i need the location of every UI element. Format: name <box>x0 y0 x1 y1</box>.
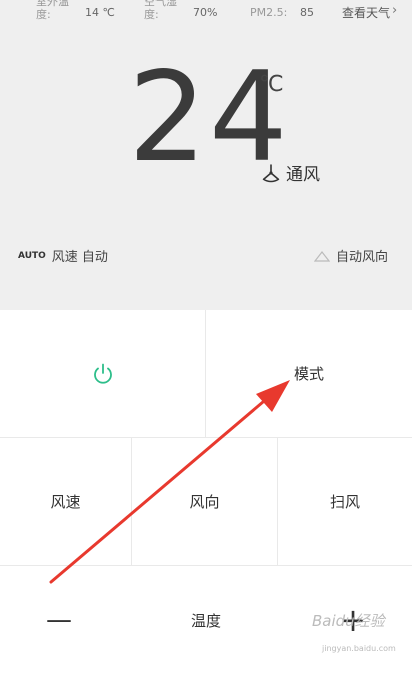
temperature-control-label: 温度 <box>190 611 221 630</box>
chevron-right-icon[interactable]: › <box>392 3 397 18</box>
mode-label: 通风 <box>286 165 320 185</box>
outdoor-temp-label-line1: 室外温 <box>36 0 69 8</box>
swing-button[interactable]: 扫风 <box>278 438 412 566</box>
humidity-label-line1: 空气湿 <box>144 0 177 8</box>
humidity-label: 空气湿 度: <box>144 0 177 21</box>
wind-direction-status: 自动风向 <box>313 246 388 265</box>
watermark-logo: Baidu经验 <box>312 612 385 630</box>
auto-tag: AUTO <box>18 250 46 261</box>
ventilation-icon <box>262 163 280 182</box>
watermark-site: jingyan.baidu.com <box>322 644 396 653</box>
humidity-value: 70% <box>193 6 218 19</box>
current-mode: 通风 <box>260 160 320 185</box>
outdoor-temp-value: 14 ℃ <box>85 6 115 19</box>
fan-speed-status: AUTO 风速 自动 <box>18 246 108 265</box>
fan-speed-button[interactable]: 风速 <box>0 438 132 566</box>
outdoor-temp-label-line2: 度: <box>36 8 51 21</box>
temperature-down-button[interactable]: — <box>0 566 118 674</box>
pm-label: PM2.5: <box>250 6 288 19</box>
wind-direction-button[interactable]: 风向 <box>132 438 278 566</box>
status-panel: 室外温 度: 14 ℃ 空气湿 度: 70% PM2.5: 85 查看天气 › … <box>0 0 412 310</box>
wind-direction-label: 自动风向 <box>335 250 388 265</box>
power-button[interactable] <box>0 310 206 438</box>
pm-value: 85 <box>300 6 314 19</box>
temperature-unit: ℃ <box>259 72 284 97</box>
info-bar: 室外温 度: 14 ℃ 空气湿 度: 70% PM2.5: 85 查看天气 › <box>0 0 412 28</box>
humidity-label-line2: 度: <box>144 8 159 21</box>
view-weather-link[interactable]: 查看天气 <box>342 4 390 21</box>
outdoor-temp-label: 室外温 度: <box>36 0 69 21</box>
mode-button[interactable]: 模式 <box>206 310 412 438</box>
power-icon <box>93 363 112 384</box>
fan-speed-label: 风速 自动 <box>51 250 108 265</box>
wind-direction-icon <box>313 250 330 262</box>
